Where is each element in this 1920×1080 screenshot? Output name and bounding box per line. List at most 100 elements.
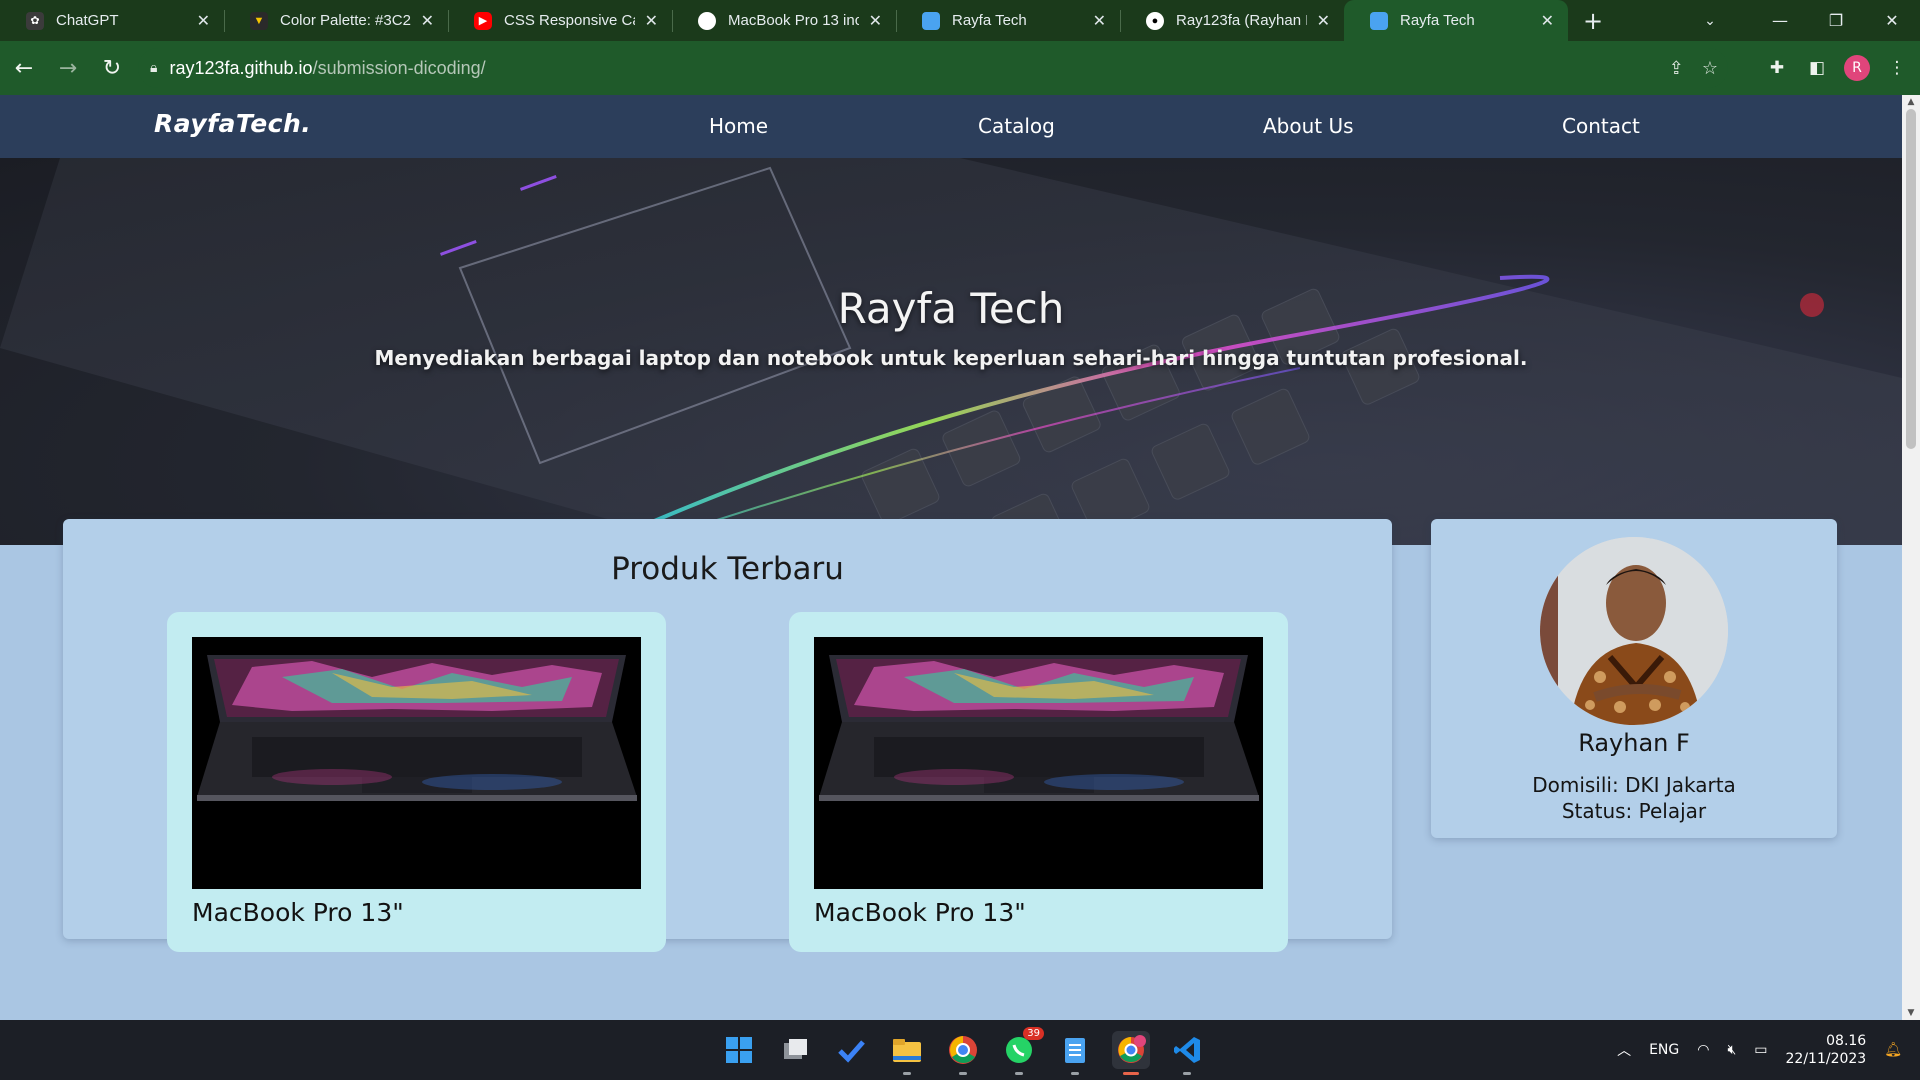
tab-strip: ✿ ChatGPT ✕ ▼ Color Palette: #3C23 ✕ ▶ C… (0, 0, 1920, 41)
todo-icon[interactable] (832, 1031, 870, 1069)
extensions-icon[interactable]: ✚ (1764, 55, 1790, 81)
apple-icon (698, 11, 716, 30)
notification-badge: 39 (1023, 1027, 1044, 1040)
whatsapp-icon[interactable]: 39 (1000, 1027, 1044, 1075)
language-indicator[interactable]: ENG (1649, 1042, 1679, 1058)
tab-youtube[interactable]: ▶ CSS Responsive Card ✕ (448, 0, 672, 41)
active-indicator (1123, 1072, 1139, 1075)
url-host: ray123fa.github.io (169, 57, 313, 78)
tray-overflow-icon[interactable]: ︿ (1617, 1040, 1631, 1060)
address-bar[interactable]: 🔒︎ ray123fa.github.io/submission-dicodin… (138, 48, 1728, 88)
bookmark-star-icon[interactable]: ☆ (1702, 58, 1718, 79)
nav-home[interactable]: Home (709, 114, 768, 138)
scroll-down-icon[interactable]: ▼ (1902, 1006, 1920, 1020)
product-card[interactable]: MacBook Pro 13" (789, 612, 1288, 952)
running-indicator (903, 1072, 911, 1075)
site-navbar: RayfaTech. Home Catalog About Us Contact (0, 95, 1902, 158)
close-tab-icon[interactable]: ✕ (1541, 11, 1554, 31)
battery-icon[interactable]: ▭ (1754, 1042, 1767, 1058)
omnibox-actions: ⇪ ☆ (1669, 48, 1718, 88)
clock-date: 22/11/2023 (1785, 1051, 1867, 1067)
file-explorer-icon[interactable] (888, 1031, 926, 1075)
task-view-icon[interactable] (776, 1031, 814, 1069)
tab-title: ChatGPT (56, 12, 119, 29)
hero-subtitle: Menyediakan berbagai laptop dan notebook… (374, 346, 1528, 370)
scrollbar-thumb[interactable] (1906, 109, 1916, 449)
youtube-icon: ▶ (474, 11, 492, 30)
browser-toolbar: ← → ↻ 🔒︎ ray123fa.github.io/submission-d… (0, 41, 1920, 95)
hero-title: Rayfa Tech (837, 284, 1065, 333)
close-tab-icon[interactable]: ✕ (869, 11, 882, 31)
tab-title: CSS Responsive Card (504, 12, 635, 29)
wifi-icon[interactable]: ◠ (1697, 1042, 1709, 1058)
tab-color-palette[interactable]: ▼ Color Palette: #3C23 ✕ (224, 0, 448, 41)
vscode-icon[interactable] (1168, 1031, 1206, 1075)
github-icon: ● (1146, 11, 1164, 30)
page-viewport: RayfaTech. Home Catalog About Us Contact (0, 95, 1902, 1020)
tab-title: Ray123fa (Rayhan F) (1176, 12, 1307, 29)
product-image (814, 637, 1263, 889)
url-text[interactable]: ray123fa.github.io/submission-dicoding/ (169, 58, 485, 79)
close-tab-icon[interactable]: ✕ (1317, 11, 1330, 31)
tab-github[interactable]: ● Ray123fa (Rayhan F) ✕ (1120, 0, 1344, 41)
product-image (192, 637, 641, 889)
minimize-icon[interactable]: — (1752, 0, 1808, 41)
nav-links: Home Catalog About Us Contact (0, 95, 1902, 158)
volume-muted-icon[interactable]: 🔇︎ (1727, 1042, 1736, 1058)
close-window-icon[interactable]: ✕ (1864, 0, 1920, 41)
running-indicator (1183, 1072, 1191, 1075)
site-icon (1370, 11, 1388, 30)
page-scrollbar[interactable]: ▲ ▼ (1902, 95, 1920, 1020)
tab-title: Color Palette: #3C23 (280, 12, 411, 29)
menu-dots-icon[interactable]: ⋮ (1884, 55, 1910, 81)
hero-banner: Rayfa Tech Menyediakan berbagai laptop d… (0, 158, 1902, 545)
nav-contact[interactable]: Contact (1562, 114, 1640, 138)
chrome-icon[interactable] (944, 1031, 982, 1075)
close-tab-icon[interactable]: ✕ (421, 11, 434, 31)
windows-start-icon[interactable] (720, 1031, 758, 1069)
forward-icon[interactable]: → (48, 48, 88, 88)
system-tray: ︿ ENG ◠ 🔇︎ ▭ 08.16 22/11/2023 🔔︎ (1617, 1020, 1920, 1080)
product-name: MacBook Pro 13" (192, 898, 404, 927)
profile-card: Rayhan F Domisili: DKI Jakarta Status: P… (1431, 519, 1837, 838)
site-icon (922, 11, 940, 30)
notepad-icon[interactable] (1056, 1031, 1094, 1075)
section-title: Produk Terbaru (611, 551, 844, 587)
tab-chatgpt[interactable]: ✿ ChatGPT ✕ (0, 0, 224, 41)
share-icon[interactable]: ⇪ (1669, 58, 1684, 79)
palette-icon: ▼ (250, 11, 268, 30)
restore-icon[interactable]: ❐ (1808, 0, 1864, 41)
back-icon[interactable]: ← (4, 48, 44, 88)
tab-rayfa-tech-active[interactable]: Rayfa Tech ✕ (1344, 0, 1568, 41)
clock-time: 08.16 (1826, 1033, 1867, 1049)
tab-title: Rayfa Tech (952, 12, 1027, 29)
lock-icon[interactable]: 🔒︎ (150, 60, 157, 76)
product-name: MacBook Pro 13" (814, 898, 1026, 927)
tab-search-icon[interactable]: ⌄ (1690, 0, 1730, 41)
nav-about-us[interactable]: About Us (1263, 114, 1354, 138)
clock[interactable]: 08.16 22/11/2023 (1786, 1032, 1867, 1068)
close-tab-icon[interactable]: ✕ (197, 11, 210, 31)
taskbar-apps: 39 (720, 1020, 1206, 1080)
chatgpt-icon: ✿ (26, 11, 44, 30)
side-panel-icon[interactable]: ◧ (1804, 55, 1830, 81)
close-tab-icon[interactable]: ✕ (1093, 11, 1106, 31)
toolbar-right: ✚ ◧ R ⋮ (1764, 48, 1910, 88)
scroll-up-icon[interactable]: ▲ (1902, 95, 1920, 109)
profile-photo (1540, 537, 1728, 725)
profile-avatar[interactable]: R (1844, 55, 1870, 81)
running-indicator (1071, 1072, 1079, 1075)
nav-catalog[interactable]: Catalog (978, 114, 1055, 138)
reload-icon[interactable]: ↻ (92, 48, 132, 88)
notification-bell-icon[interactable]: 🔔︎ (1884, 1042, 1902, 1058)
product-card[interactable]: MacBook Pro 13" (167, 612, 666, 952)
tab-rayfa-tech[interactable]: Rayfa Tech ✕ (896, 0, 1120, 41)
chrome-profile-icon[interactable] (1112, 1031, 1150, 1075)
profile-domicile: Domisili: DKI Jakarta (1532, 773, 1736, 797)
close-tab-icon[interactable]: ✕ (645, 11, 658, 31)
running-indicator (959, 1072, 967, 1075)
tab-title: MacBook Pro 13 inci (728, 12, 859, 29)
running-indicator (1015, 1072, 1023, 1075)
new-tab-button[interactable]: + (1568, 0, 1618, 41)
tab-macbook[interactable]: MacBook Pro 13 inci ✕ (672, 0, 896, 41)
